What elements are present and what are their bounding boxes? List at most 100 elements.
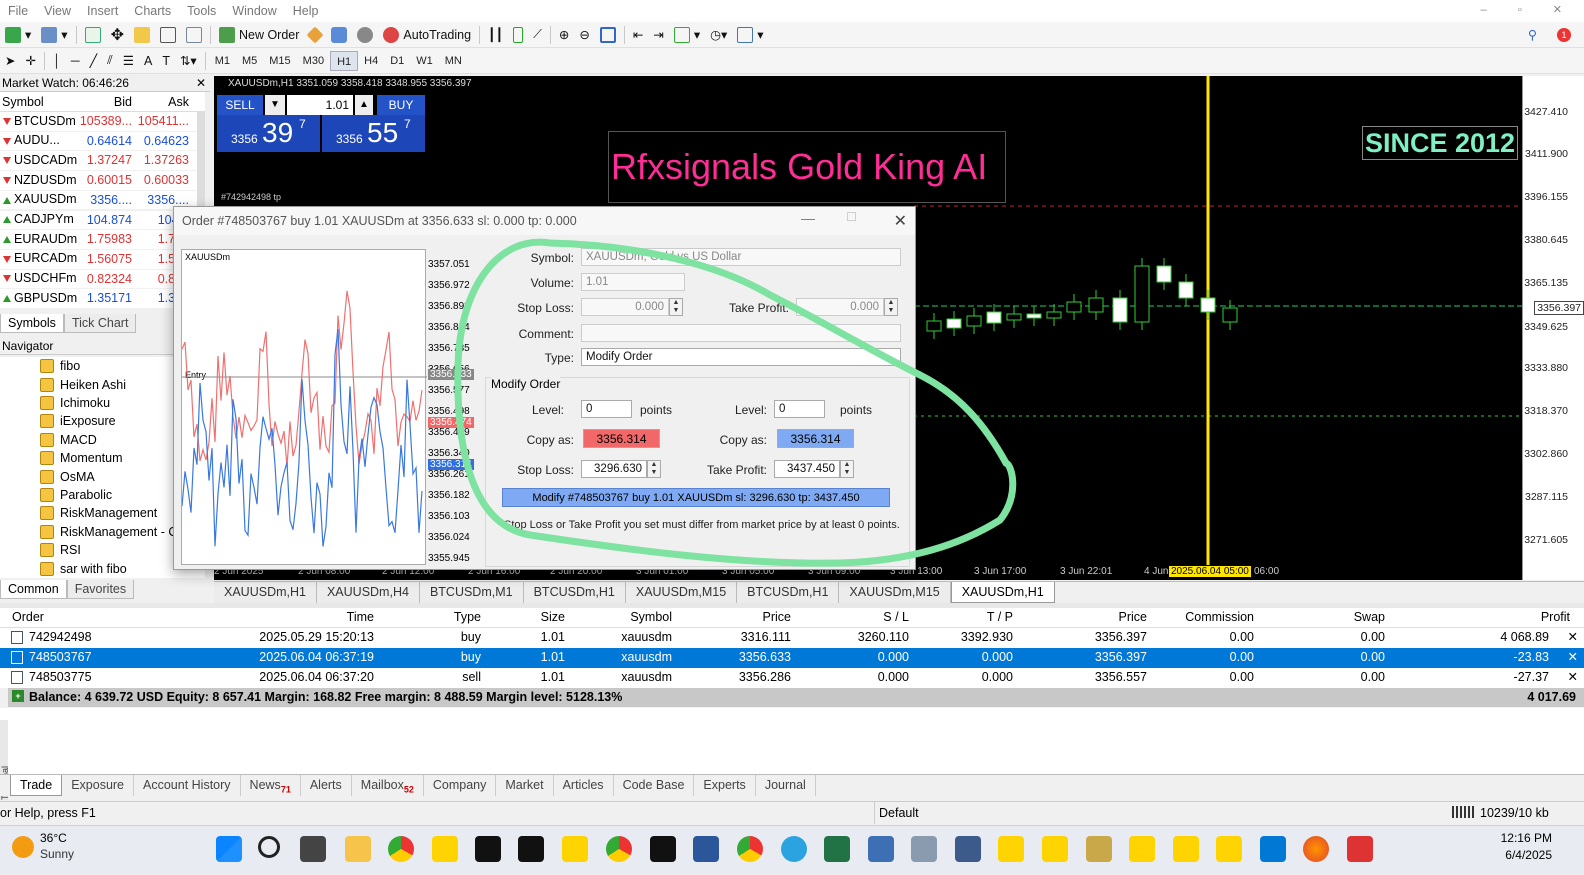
tp-input[interactable]: 0.000 [796,298,884,316]
exness-icon-7[interactable] [1216,836,1242,862]
close-position-icon[interactable]: ✕ [1568,649,1578,664]
hfm-icon[interactable] [475,836,501,862]
chart-tab[interactable]: XAUUSDm,M15 [625,582,738,603]
horizontal-line-icon[interactable]: ─ [66,50,85,72]
close-position-icon[interactable]: ✕ [1568,669,1578,684]
tf-mn[interactable]: MN [439,51,468,71]
tf-m1[interactable]: M1 [209,51,236,71]
notifications-icon[interactable]: 1 [1552,24,1576,46]
cursor-icon[interactable]: ➤ [0,50,20,72]
volume-select[interactable]: 1.01 [581,273,685,291]
menu-view[interactable]: View [36,4,79,18]
terminal-tab[interactable]: Company [424,775,497,796]
tf-h4[interactable]: H4 [358,51,384,71]
tf-m30[interactable]: M30 [297,51,330,71]
maximize-icon[interactable]: ☐ [846,210,857,224]
terminal-tab[interactable]: Code Base [614,775,695,796]
exness-icon-5[interactable] [1129,836,1155,862]
trade-col-header[interactable]: Price [1119,610,1147,624]
chart-tab[interactable]: XAUUSDm,H1 [950,582,1055,603]
line-chart-icon[interactable]: ⟋ [528,24,547,46]
exness-icon[interactable] [432,836,458,862]
search-icon[interactable] [258,836,280,858]
word-icon[interactable] [693,836,719,862]
trade-col-header[interactable]: Price [763,610,791,624]
chart-tab[interactable]: XAUUSDm,M15 [839,582,951,603]
trade-col-header[interactable]: Swap [1354,610,1385,624]
chrome-icon-2[interactable] [606,836,632,862]
terminal-icon[interactable] [155,24,181,46]
tf-m5[interactable]: M5 [236,51,263,71]
zoom-in-icon[interactable]: ⊕ [554,24,574,46]
task-view-icon[interactable] [300,836,326,862]
tester-icon[interactable] [181,24,207,46]
chart-tab[interactable]: BTCUSDm,H1 [523,582,626,603]
chrome-icon-3[interactable] [737,836,763,862]
new-chart-icon[interactable]: ▾ [0,24,36,46]
close-position-icon[interactable]: ✕ [1568,629,1578,644]
templates-icon[interactable]: ▾ [732,24,768,46]
terminal-tab[interactable]: Experts [694,775,756,796]
market-watch-icon[interactable] [80,24,106,46]
market-watch-row[interactable]: USDCADm 1.37247 1.37263 [0,151,205,172]
window-icon[interactable] [955,836,981,862]
trade-col-header[interactable]: Commission [1185,610,1254,624]
menu-charts[interactable]: Charts [126,4,179,18]
vertical-line-icon[interactable]: │ [48,50,66,72]
copy-tp-button[interactable]: 3356.314 [777,429,854,448]
autotrading-button[interactable]: AutoTrading [378,24,476,46]
periods-icon[interactable]: ◷▾ [705,24,732,46]
indicators-icon[interactable]: ▾ [669,24,705,46]
trade-col-header[interactable]: Type [454,610,481,624]
minimize-icon[interactable]: — [801,210,815,226]
hfm-icon-3[interactable] [650,836,676,862]
tab-tick-chart[interactable]: Tick Chart [63,314,137,333]
vscode-icon[interactable] [1260,836,1286,862]
bar-chart-icon[interactable]: ┃┃ [483,24,508,46]
snipping-icon[interactable] [1347,836,1373,862]
metaeditor-icon[interactable] [304,24,326,46]
fibo-icon[interactable]: ☰ [118,50,139,72]
tab-common[interactable]: Common [0,580,67,599]
terminal-tab[interactable]: Mailbox52 [352,775,424,796]
trendline-icon[interactable]: ╱ [85,50,103,72]
close-icon[interactable]: ✕ [196,74,206,92]
trade-col-header[interactable]: Size [541,610,565,624]
market-watch-row[interactable]: AUDU... 0.64614 0.64623 [0,131,205,152]
data-window-icon[interactable]: ✥ [106,24,129,46]
exness-icon-6[interactable] [1173,836,1199,862]
file-explorer-icon[interactable] [345,836,371,862]
tp-spinner[interactable]: ▲ ▼ [884,298,898,316]
crosshair-icon[interactable]: ✛ [20,50,40,72]
terminal-tab[interactable]: Journal [756,775,816,796]
table-row[interactable]: 742942498 2025.05.29 15:20:13 buy 1.01 xauus… [0,628,1584,648]
profiles-icon[interactable]: ▾ [36,24,72,46]
arrows-icon[interactable]: ⇅▾ [175,50,202,72]
sl-spinner[interactable]: ▲ ▼ [669,298,683,316]
start-icon[interactable] [216,836,242,862]
connection-icon[interactable] [1452,806,1476,818]
modify-button[interactable]: Modify #748503767 buy 1.01 XAUUSDm sl: 3… [502,488,890,507]
trade-col-header[interactable]: Profit [1541,610,1570,624]
level-select-tp[interactable]: 0 [774,400,825,418]
chrome-icon[interactable] [388,836,414,862]
telegram-icon[interactable] [781,836,807,862]
new-order-button[interactable]: New Order [214,24,304,46]
signals-icon[interactable] [326,24,352,46]
level-select-sl[interactable]: 0 [581,400,632,418]
terminal-tab[interactable]: Account History [134,775,241,796]
mdi-window-controls[interactable]: – ▫ ✕ [1481,3,1576,16]
exness-icon-4[interactable] [1042,836,1068,862]
trade-col-header[interactable]: Symbol [630,610,672,624]
search-icon[interactable]: ⚲ [1523,24,1542,46]
terminal-app-icon[interactable] [1086,836,1112,862]
terminal-tab[interactable]: Exposure [62,775,135,796]
tf-w1[interactable]: W1 [410,51,439,71]
sl-input-modify[interactable]: 3296.630 [581,460,647,478]
notepad-icon[interactable] [868,836,894,862]
zoom-out-icon[interactable]: ⊖ [574,24,594,46]
menu-help[interactable]: Help [285,4,327,18]
col-bid[interactable]: Bid [78,92,135,111]
tf-d1[interactable]: D1 [384,51,410,71]
menu-tools[interactable]: Tools [179,4,224,18]
